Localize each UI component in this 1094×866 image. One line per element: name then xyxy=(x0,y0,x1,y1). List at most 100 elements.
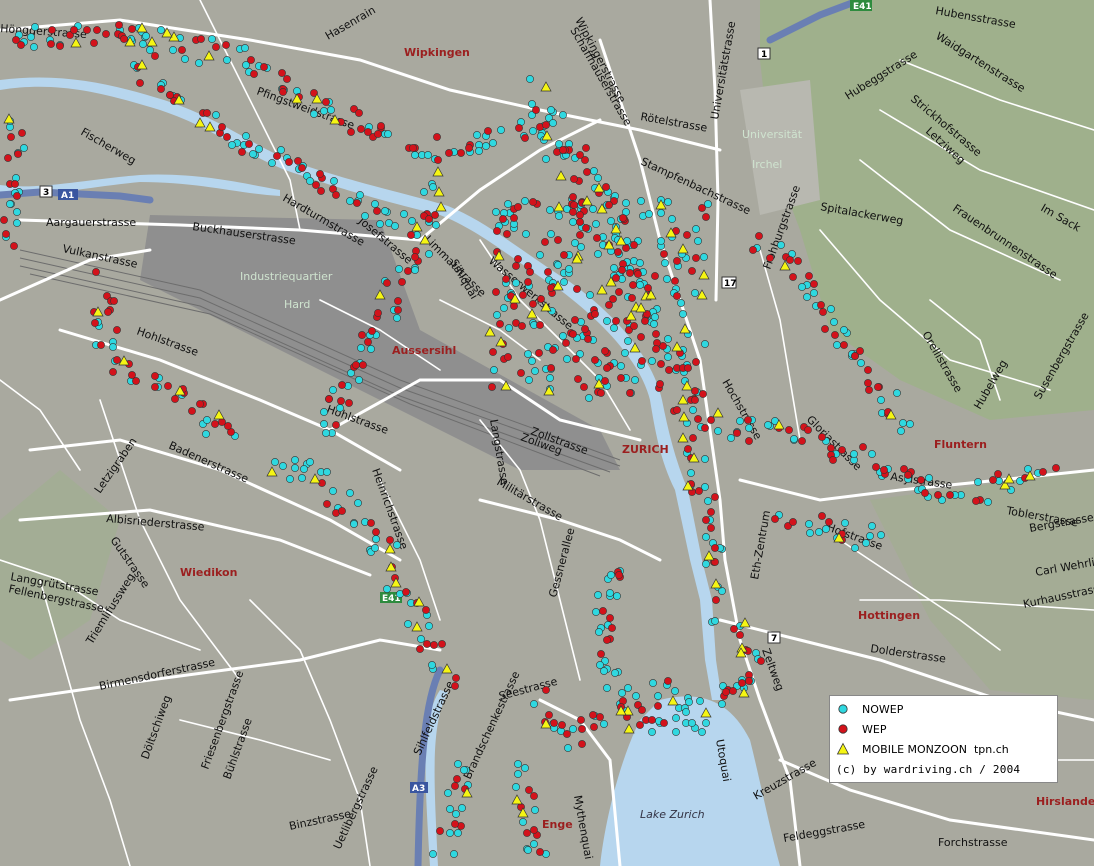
nowep-point xyxy=(542,155,550,163)
nowep-point xyxy=(610,324,618,332)
wep-point xyxy=(10,242,18,250)
wep-point xyxy=(332,191,340,199)
nowep-point xyxy=(702,533,710,541)
nowep-point xyxy=(554,261,562,269)
nowep-point xyxy=(648,728,656,736)
wep-point xyxy=(91,319,99,327)
nowep-point xyxy=(547,230,555,238)
nowep-point xyxy=(650,320,658,328)
wep-point xyxy=(496,320,504,328)
wep-point xyxy=(744,416,752,424)
wep-point xyxy=(694,415,702,423)
nowep-point xyxy=(600,720,608,728)
nowep-point xyxy=(590,167,598,175)
wep-point xyxy=(994,470,1002,478)
wep-point xyxy=(17,41,25,49)
nowep-point xyxy=(268,159,276,167)
nowep-point xyxy=(691,289,699,297)
nowep-point xyxy=(840,326,848,334)
wep-point xyxy=(634,270,642,278)
wep-point xyxy=(581,325,589,333)
nowep-point xyxy=(350,520,358,528)
nowep-point xyxy=(320,420,328,428)
wep-point xyxy=(203,109,211,117)
nowep-point xyxy=(648,357,656,365)
wep-point xyxy=(638,357,646,365)
wep-point xyxy=(596,713,604,721)
wep-point xyxy=(619,214,627,222)
wep-point xyxy=(692,358,700,366)
legend-label: WEP xyxy=(862,722,887,736)
wep-point xyxy=(298,164,306,172)
wep-point xyxy=(526,268,534,276)
nowep-point xyxy=(745,424,753,432)
wep-point xyxy=(359,361,367,369)
wep-point xyxy=(831,331,839,339)
svg-text:3: 3 xyxy=(43,188,49,198)
wep-point xyxy=(164,382,172,390)
wep-point xyxy=(789,273,797,281)
wep-point xyxy=(337,397,345,405)
wep-point xyxy=(550,719,558,727)
wep-point xyxy=(603,636,611,644)
nowep-point xyxy=(636,259,644,267)
nowep-point xyxy=(682,708,690,716)
wep-point xyxy=(151,372,159,380)
wep-point xyxy=(514,255,522,263)
nowep-point xyxy=(984,498,992,506)
district-label: Fluntern xyxy=(934,438,987,451)
nowep-point xyxy=(271,458,279,466)
route-badge: 17 xyxy=(721,276,737,289)
wep-point xyxy=(113,356,121,364)
wep-point xyxy=(582,224,590,232)
wep-point xyxy=(766,254,774,262)
wep-point xyxy=(606,614,614,622)
wep-point xyxy=(917,476,925,484)
nowep-point xyxy=(142,32,150,40)
nowep-point xyxy=(603,684,611,692)
wep-point xyxy=(636,721,644,729)
wep-point xyxy=(771,515,779,523)
nowep-point xyxy=(790,435,798,443)
nowep-point xyxy=(404,620,412,628)
nowep-point xyxy=(868,450,876,458)
nowep-point xyxy=(6,200,14,208)
wep-point xyxy=(515,124,523,132)
wep-point xyxy=(554,236,562,244)
wep-point xyxy=(612,317,620,325)
wep-point xyxy=(574,375,582,383)
wep-point xyxy=(569,193,577,201)
wep-point xyxy=(597,650,605,658)
wep-point xyxy=(7,133,15,141)
wep-point xyxy=(695,487,703,495)
wep-point xyxy=(279,88,287,96)
wep-point xyxy=(757,657,765,665)
wep-point xyxy=(874,383,882,391)
wep-point xyxy=(322,98,330,106)
wep-point xyxy=(671,277,679,285)
nowep-point xyxy=(208,35,216,43)
nowep-point xyxy=(607,571,615,579)
nowep-point xyxy=(637,197,645,205)
nowep-point xyxy=(181,55,189,63)
wep-point xyxy=(560,251,568,259)
wep-point xyxy=(656,380,664,388)
legend-item-wep: WEP xyxy=(836,721,886,737)
nowep-point xyxy=(355,376,363,384)
nowep-point xyxy=(493,311,501,319)
wep-point xyxy=(798,437,806,445)
nowep-point xyxy=(482,142,490,150)
wep-point xyxy=(880,466,888,474)
wep-point xyxy=(749,246,757,254)
nowep-point xyxy=(367,345,375,353)
wep-point xyxy=(537,295,545,303)
nowep-point xyxy=(657,237,665,245)
nowep-point xyxy=(446,829,454,837)
wep-point xyxy=(576,218,584,226)
wep-point xyxy=(904,471,912,479)
wep-point xyxy=(615,288,623,296)
wep-point xyxy=(545,711,553,719)
wep-point xyxy=(113,326,121,334)
wep-point xyxy=(47,40,55,48)
nowep-point xyxy=(830,318,838,326)
